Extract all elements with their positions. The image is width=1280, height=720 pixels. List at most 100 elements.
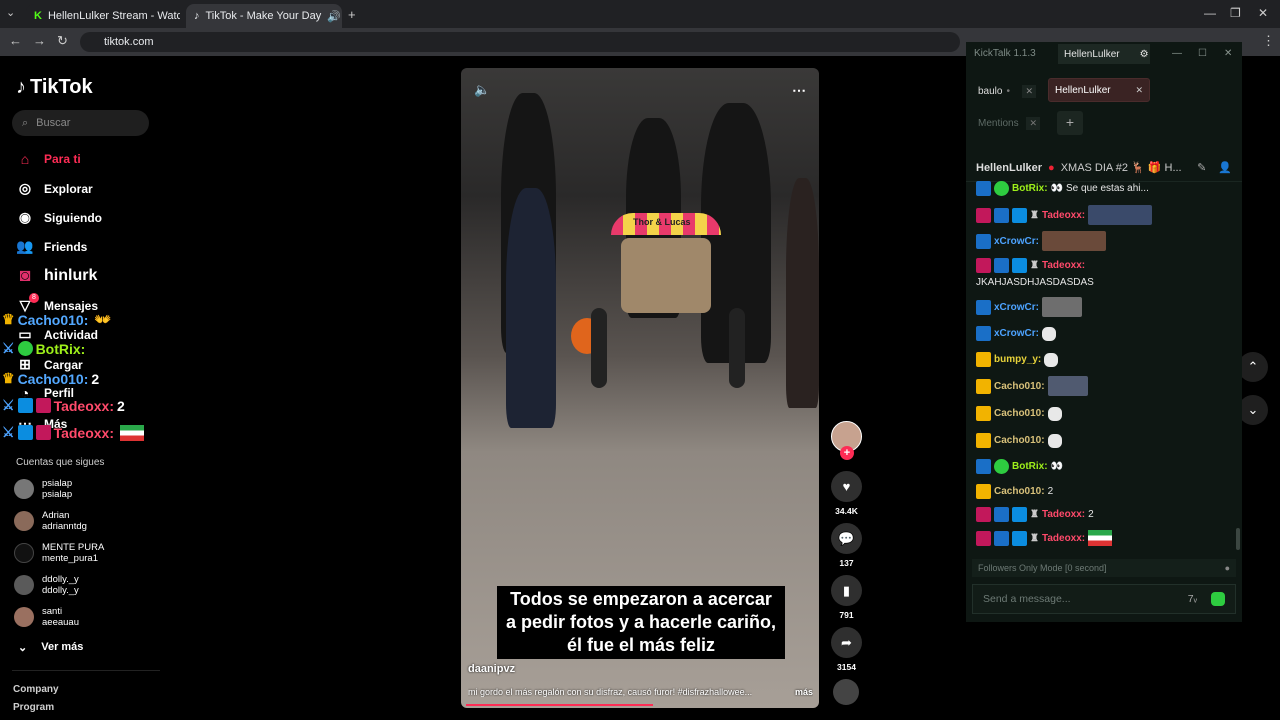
close-icon[interactable]: ✕ [1026, 116, 1040, 130]
browser-menu-icon[interactable]: ⋮ [1262, 33, 1275, 49]
chat-username[interactable]: Cacho010: [994, 435, 1045, 446]
sword-badge-icon [976, 299, 991, 315]
trophy-icon: ♜ [1030, 532, 1039, 544]
following-account[interactable]: MENTE PURA mente_pura1 [14, 542, 104, 564]
tab-kick-stream[interactable]: K HellenLulker Stream - Watch Li ✕ [26, 4, 180, 28]
chat-username[interactable]: xCrowCr: [994, 328, 1039, 339]
add-channel-button[interactable]: + [1057, 111, 1083, 135]
image-emote [1088, 205, 1153, 225]
more-link[interactable]: más [795, 687, 813, 697]
avatar [14, 479, 34, 499]
window-close-button[interactable]: ✕ [1258, 6, 1268, 20]
follow-plus-icon[interactable]: + [840, 446, 854, 460]
mentions-tab[interactable]: Mentions ✕ [972, 111, 1046, 135]
chat-message: Cacho010: [976, 406, 1062, 421]
chat-scrollbar[interactable] [1236, 528, 1240, 550]
chat-message: xCrowCr: [976, 326, 1057, 341]
scroll-up-button[interactable]: ⌃ [1238, 352, 1268, 382]
stream-title: XMAS DIA #2 🦌 🎁 H... [1060, 162, 1182, 174]
dog [621, 238, 711, 313]
translate-icon[interactable]: 7ᵥ [1188, 593, 1197, 605]
forward-button[interactable]: → [33, 33, 46, 48]
overlay-chat-line: ⚔ BotRix: [2, 340, 88, 357]
channel-label: baulo [978, 85, 1003, 97]
chat-username[interactable]: Cacho010: [994, 486, 1045, 497]
scroll-down-button[interactable]: ⌄ [1238, 395, 1268, 425]
verified-icon [994, 459, 1009, 474]
music-disc-icon[interactable] [833, 679, 859, 705]
maximize-button[interactable]: ❐ [1230, 6, 1241, 20]
divider [12, 670, 160, 671]
tab-tiktok[interactable]: ♪ TikTok - Make Your Day 🔊 ✕ [186, 4, 342, 28]
video-progress-bar[interactable] [466, 704, 653, 706]
trophy-icon: ♜ [1030, 209, 1039, 221]
video-author[interactable]: daanipvz [468, 663, 515, 675]
search-input[interactable]: ⌕ Buscar [12, 110, 149, 136]
nav-following[interactable]: ◉ Siguiendo [16, 209, 102, 226]
kt-close-button[interactable]: ✕ [1224, 48, 1232, 59]
chat-username[interactable]: xCrowCr: [994, 302, 1039, 313]
footer-company[interactable]: Company [13, 684, 59, 695]
image-emote [1042, 231, 1107, 251]
new-tab-button[interactable]: + [348, 7, 356, 22]
more-options-icon[interactable]: ⋯ [792, 82, 806, 99]
volume-icon[interactable]: 🔈 [474, 82, 490, 98]
emote-icon: 👐 [94, 311, 112, 327]
reload-button[interactable]: ↻ [57, 33, 68, 49]
following-account[interactable]: Adrian adrianntdg [14, 510, 87, 532]
save-button[interactable]: ▮ 791 [831, 575, 862, 620]
chat-username[interactable]: Tadeoxx: [1042, 509, 1085, 520]
kt-minimize-button[interactable]: — [1172, 48, 1182, 59]
chat-username[interactable]: bumpy_y: [994, 354, 1041, 365]
overlay-username: Cacho010: [17, 370, 89, 387]
overlay-chat-line: ⚔ Tadeoxx: 2 [2, 397, 125, 414]
account-name: MENTE PURA [42, 542, 105, 553]
sub-badge-icon [1012, 507, 1027, 522]
nav-for-you[interactable]: ⌂ Para ti [16, 151, 81, 167]
chat-username[interactable]: xCrowCr: [994, 236, 1039, 247]
nav-explore[interactable]: ◎ Explorar [16, 180, 93, 197]
overlay-username: Cacho010: [17, 311, 89, 328]
chevron-down-icon: ⌄ [18, 642, 28, 654]
chat-username[interactable]: Cacho010: [994, 381, 1045, 392]
kt-maximize-button[interactable]: ☐ [1198, 48, 1207, 59]
following-account[interactable]: psialap psialap [14, 478, 72, 500]
channel-tab-baulo[interactable]: baulo • ✕ [972, 79, 1042, 103]
chat-username[interactable]: Cacho010: [994, 408, 1045, 419]
tiktok-logo[interactable]: ♪ TikTok [16, 76, 93, 99]
tab-search-icon[interactable]: ⌄ [6, 6, 15, 19]
chat-message: xCrowCr: [976, 297, 1083, 317]
following-account[interactable]: santi aeeauau [14, 606, 79, 628]
kicktalk-window-tab[interactable]: HellenLulker ⚙ [1058, 44, 1150, 64]
see-more-button[interactable]: ⌄ Ver más [18, 641, 83, 654]
footer-program[interactable]: Program [13, 702, 54, 713]
following-account[interactable]: ddolly._y ddolly._y [14, 574, 79, 596]
chat-username[interactable]: Tadeoxx: [1042, 260, 1085, 271]
chat-username[interactable]: Tadeoxx: [1042, 533, 1085, 544]
pin-icon[interactable]: ✎ [1197, 161, 1206, 174]
chat-username[interactable]: BotRix: [1012, 461, 1048, 472]
like-button[interactable]: ♥ 34.4K [831, 471, 862, 516]
emote-picker-icon[interactable] [1211, 592, 1225, 606]
gear-icon[interactable]: ⚙ [1140, 49, 1149, 60]
nav-friends[interactable]: 👥 Friends [16, 238, 87, 255]
minimize-button[interactable]: — [1204, 6, 1216, 20]
url-input[interactable]: tiktok.com [80, 32, 960, 52]
tab-title: HellenLulker Stream - Watch Li [47, 10, 180, 22]
share-button[interactable]: ➦ 3154 [831, 627, 862, 672]
close-icon[interactable]: ✕ [1022, 84, 1036, 98]
comment-button[interactable]: 💬 137 [831, 523, 862, 568]
channel-tab-hellenlulker[interactable]: HellenLulker ✕ [1048, 78, 1150, 102]
speaker-icon[interactable]: 🔊 [327, 10, 341, 23]
chat-username[interactable]: Tadeoxx: [1042, 210, 1085, 221]
badge-icon [976, 258, 991, 273]
user-icon[interactable]: 👤 [1218, 161, 1232, 174]
chat-username[interactable]: BotRix: [1012, 183, 1048, 194]
chat-message-input[interactable]: Send a message... 7ᵥ [972, 584, 1236, 614]
close-icon[interactable]: ✕ [1135, 85, 1143, 96]
channel-label: HellenLulker [1055, 84, 1111, 96]
badge-icon [17, 398, 33, 413]
tiktok-icon: ♪ [16, 76, 26, 98]
back-button[interactable]: ← [9, 33, 22, 48]
share-icon: ➦ [831, 627, 862, 658]
